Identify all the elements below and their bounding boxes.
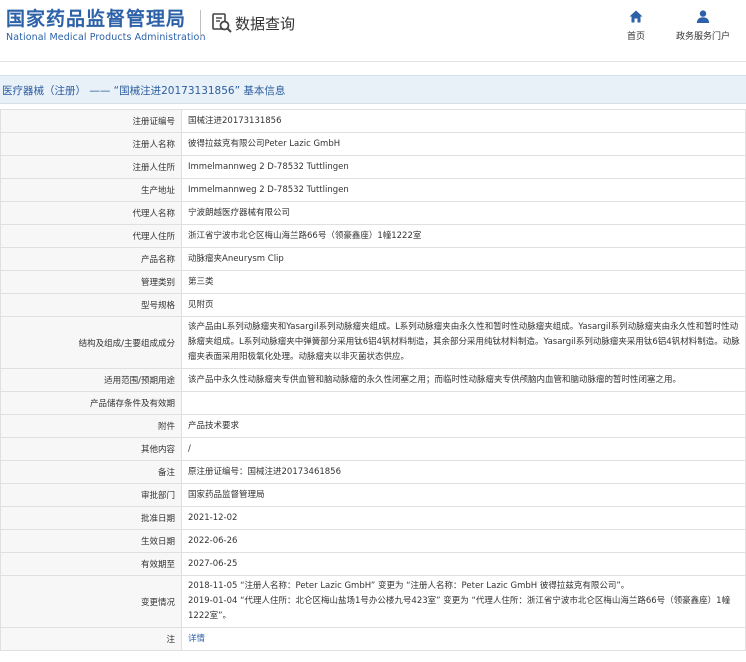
field-value: 该产品由L系列动脉瘤夹和Yasargil系列动脉瘤夹组成。L系列动脉瘤夹由永久性… <box>181 316 746 369</box>
user-icon <box>696 10 710 23</box>
detail-row: 管理类别 第三类 <box>0 270 746 294</box>
home-icon <box>629 10 643 23</box>
detail-row: 生效日期 2022-06-26 <box>0 529 746 553</box>
detail-row: 注册人住所 Immelmannweg 2 D-78532 Tuttlingen <box>0 155 746 179</box>
logo-english-name: National Medical Products Administration <box>6 32 206 43</box>
detail-row: 批准日期 2021-12-02 <box>0 506 746 530</box>
detail-row: 备注 原注册证编号：国械注进20173461856 <box>0 460 746 484</box>
note-label: 注 <box>0 627 182 651</box>
detail-row: 附件 产品技术要求 <box>0 414 746 438</box>
change-entry: 2019-01-04 “代理人住所：北仑区梅山盐场1号办公楼九号423室” 变更… <box>188 596 731 621</box>
detail-row: 代理人住所 浙江省宁波市北仑区梅山海兰路66号（领豪鑫座）1幢1222室 <box>0 224 746 248</box>
field-label: 注册人名称 <box>0 132 182 156</box>
field-label: 注册证编号 <box>0 109 182 133</box>
field-value: 第三类 <box>181 270 746 294</box>
nav-service-portal[interactable]: 政务服务门户 <box>672 10 734 42</box>
field-label: 其他内容 <box>0 437 182 461</box>
field-value: / <box>181 437 746 461</box>
site-header: 国家药品监督管理局 National Medical Products Admi… <box>0 0 746 62</box>
field-value: 原注册证编号：国械注进20173461856 <box>181 460 746 484</box>
nav-home-label: 首页 <box>626 32 645 42</box>
detail-row: 适用范围/预期用途 该产品中永久性动脉瘤夹专供血管和脑动脉瘤的永久性闭塞之用；而临… <box>0 368 746 392</box>
field-label: 有效期至 <box>0 552 182 576</box>
field-value <box>181 391 746 415</box>
record-title: 医疗器械（注册） —— “国械注进20173131856” 基本信息 <box>2 85 286 97</box>
registration-detail-table: 注册证编号 国械注进20173131856 注册人名称 彼得拉兹克有限公司Peter … <box>0 109 746 651</box>
detail-row: 型号规格 见附页 <box>0 293 746 317</box>
detail-row: 其他内容 / <box>0 437 746 461</box>
detail-row: 代理人名称 宁波朗越医疗器械有限公司 <box>0 201 746 225</box>
field-value: 国械注进20173131856 <box>181 109 746 133</box>
field-value: Immelmannweg 2 D-78532 Tuttlingen <box>181 155 746 179</box>
field-label: 生效日期 <box>0 529 182 553</box>
field-value: 该产品中永久性动脉瘤夹专供血管和脑动脉瘤的永久性闭塞之用；而临时性动脉瘤夹专供颅… <box>181 368 746 392</box>
field-label: 批准日期 <box>0 506 182 530</box>
detail-row: 生产地址 Immelmannweg 2 D-78532 Tuttlingen <box>0 178 746 202</box>
field-value: 动脉瘤夹Aneurysm Clip <box>181 247 746 271</box>
field-label: 管理类别 <box>0 270 182 294</box>
change-history-label: 变更情况 <box>0 575 182 628</box>
nav-service-portal-label: 政务服务门户 <box>675 32 730 42</box>
field-label: 产品储存条件及有效期 <box>0 391 182 415</box>
change-history-value: 2018-11-05 “注册人名称：Peter Lazic GmbH” 变更为 … <box>181 575 746 628</box>
field-value: 产品技术要求 <box>181 414 746 438</box>
field-value: Immelmannweg 2 D-78532 Tuttlingen <box>181 178 746 202</box>
details-link[interactable]: 详情 <box>188 634 205 644</box>
logo-chinese-name: 国家药品监督管理局 <box>6 8 187 30</box>
detail-row: 注册人名称 彼得拉兹克有限公司Peter Lazic GmbH <box>0 132 746 156</box>
field-value: 见附页 <box>181 293 746 317</box>
field-label: 审批部门 <box>0 483 182 507</box>
change-entry: 2018-11-05 “注册人名称：Peter Lazic GmbH” 变更为 … <box>188 581 630 591</box>
field-label: 注册人住所 <box>0 155 182 179</box>
field-value: 2027-06-25 <box>181 552 746 576</box>
field-label: 产品名称 <box>0 247 182 271</box>
field-value: 彼得拉兹克有限公司Peter Lazic GmbH <box>181 132 746 156</box>
field-label: 代理人住所 <box>0 224 182 248</box>
field-label: 结构及组成/主要组成成分 <box>0 316 182 369</box>
record-title-bar: 医疗器械（注册） —— “国械注进20173131856” 基本信息 <box>0 75 746 104</box>
note-value: 详情 <box>181 627 746 651</box>
data-query-label: 数据查询 <box>235 14 296 33</box>
detail-row: 产品储存条件及有效期 <box>0 391 746 415</box>
document-search-icon <box>212 13 232 33</box>
detail-row: 产品名称 动脉瘤夹Aneurysm Clip <box>0 247 746 271</box>
field-label: 型号规格 <box>0 293 182 317</box>
detail-row: 审批部门 国家药品监督管理局 <box>0 483 746 507</box>
field-label: 适用范围/预期用途 <box>0 368 182 392</box>
field-value: 宁波朗越医疗器械有限公司 <box>181 201 746 225</box>
change-history-row: 变更情况 2018-11-05 “注册人名称：Peter Lazic GmbH” … <box>0 575 746 628</box>
note-row: 注详情 <box>0 627 746 651</box>
detail-row: 注册证编号 国械注进20173131856 <box>0 109 746 133</box>
field-value: 浙江省宁波市北仑区梅山海兰路66号（领豪鑫座）1幢1222室 <box>181 224 746 248</box>
detail-row: 有效期至 2027-06-25 <box>0 552 746 576</box>
detail-table-body: 注册证编号 国械注进20173131856 注册人名称 彼得拉兹克有限公司Peter … <box>0 109 746 651</box>
field-value: 2022-06-26 <box>181 529 746 553</box>
nav-home[interactable]: 首页 <box>621 10 651 42</box>
field-label: 代理人名称 <box>0 201 182 225</box>
detail-row: 结构及组成/主要组成成分 该产品由L系列动脉瘤夹和Yasargil系列动脉瘤夹组成… <box>0 316 746 369</box>
header-divider <box>200 10 201 38</box>
site-logo[interactable]: 国家药品监督管理局 National Medical Products Admi… <box>6 4 206 43</box>
field-label: 附件 <box>0 414 182 438</box>
field-value: 国家药品监督管理局 <box>181 483 746 507</box>
field-label: 生产地址 <box>0 178 182 202</box>
field-value: 2021-12-02 <box>181 506 746 530</box>
field-label: 备注 <box>0 460 182 484</box>
data-query-title: 数据查询 <box>211 12 295 34</box>
